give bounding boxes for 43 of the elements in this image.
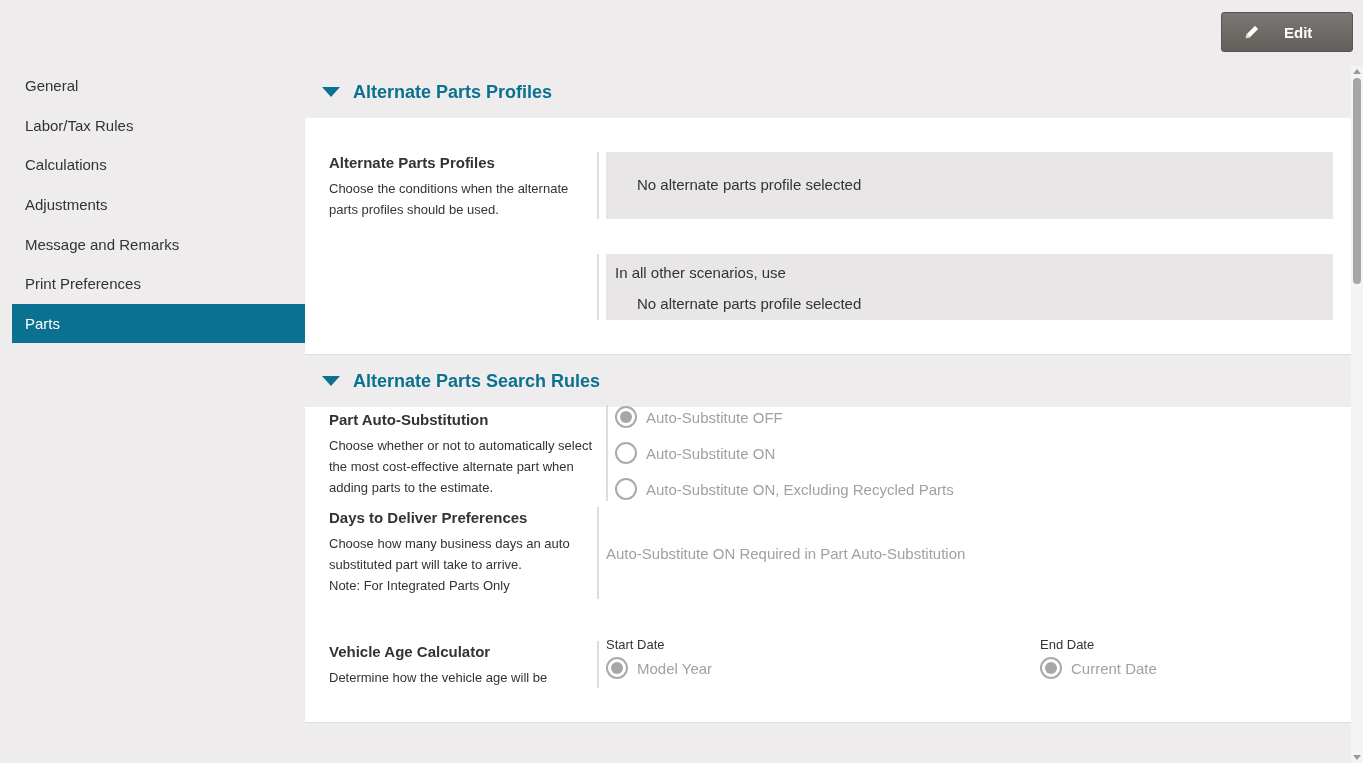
sidebar-item[interactable]: Message and Remarks — [12, 224, 305, 264]
disabled-note: Auto-Substitute ON Required in Part Auto-Substitution — [606, 544, 967, 562]
sidebar-item[interactable]: Parts — [12, 303, 305, 344]
radio-label: Auto-Substitute OFF — [646, 408, 783, 426]
sidebar-item[interactable]: Labor/Tax Rules — [12, 105, 305, 146]
section-header[interactable]: Alternate Parts Search Rules — [305, 355, 1351, 407]
setting-title: Part Auto-Substitution — [329, 410, 490, 428]
caret-icon — [322, 375, 340, 387]
panel-label: In all other scenarios, use — [615, 264, 787, 281]
setting-title: Days to Deliver Preferences — [329, 509, 529, 526]
section-header[interactable]: Alternate Parts Profiles — [305, 66, 1351, 118]
setting-description: Choose how many business days an auto substituted part will take to arrive. — [329, 535, 571, 574]
radio-label: Auto-Substitute ON — [646, 444, 776, 462]
radio-label: Current Date — [1071, 659, 1157, 677]
radio-button[interactable] — [606, 657, 628, 679]
radio-label: Auto-Substitute ON, Excluding Recycled Parts — [646, 480, 954, 498]
sidebar-item[interactable]: Adjustments — [12, 184, 305, 225]
profile-panel[interactable]: In all other scenarios, use No alternate parts profile selected — [606, 254, 1333, 320]
radio-button[interactable] — [1040, 657, 1062, 679]
section-title: Alternate Parts Profiles — [353, 81, 553, 103]
field-label: Start Date — [606, 637, 666, 652]
profile-value: No alternate parts profile selected — [636, 295, 863, 312]
radio-button[interactable] — [615, 442, 637, 464]
caret-icon — [322, 86, 340, 98]
field-label: End Date — [1040, 637, 1096, 652]
sidebar-item[interactable]: Calculations — [12, 145, 305, 185]
setting-description: Note: For Integrated Parts Only — [329, 577, 511, 595]
radio-label: Model Year — [637, 659, 713, 677]
sidebar-item[interactable]: Print Preferences — [12, 263, 305, 304]
profile-panel[interactable]: No alternate parts profile selected — [606, 152, 1333, 219]
pencil-icon — [1244, 24, 1260, 40]
setting-title: Vehicle Age Calculator — [329, 643, 492, 660]
scrollbar[interactable] — [1351, 66, 1363, 763]
setting-description: Determine how the vehicle age will be — [329, 669, 549, 687]
setting-title: Alternate Parts Profiles — [329, 154, 496, 171]
radio-button[interactable] — [615, 406, 637, 428]
setting-description: Choose whether or not to automatically select the most cost-effective alternate part when adding parts to the estimate. — [329, 436, 594, 497]
profile-value: No alternate parts profile selected — [637, 176, 863, 193]
setting-description: Choose the conditions when the alternate parts profiles should be used. — [329, 180, 570, 219]
sidebar-item[interactable]: General — [12, 66, 305, 106]
section-title: Alternate Parts Search Rules — [353, 370, 601, 392]
edit-button[interactable]: Edit — [1221, 12, 1353, 52]
radio-button[interactable] — [615, 478, 637, 500]
